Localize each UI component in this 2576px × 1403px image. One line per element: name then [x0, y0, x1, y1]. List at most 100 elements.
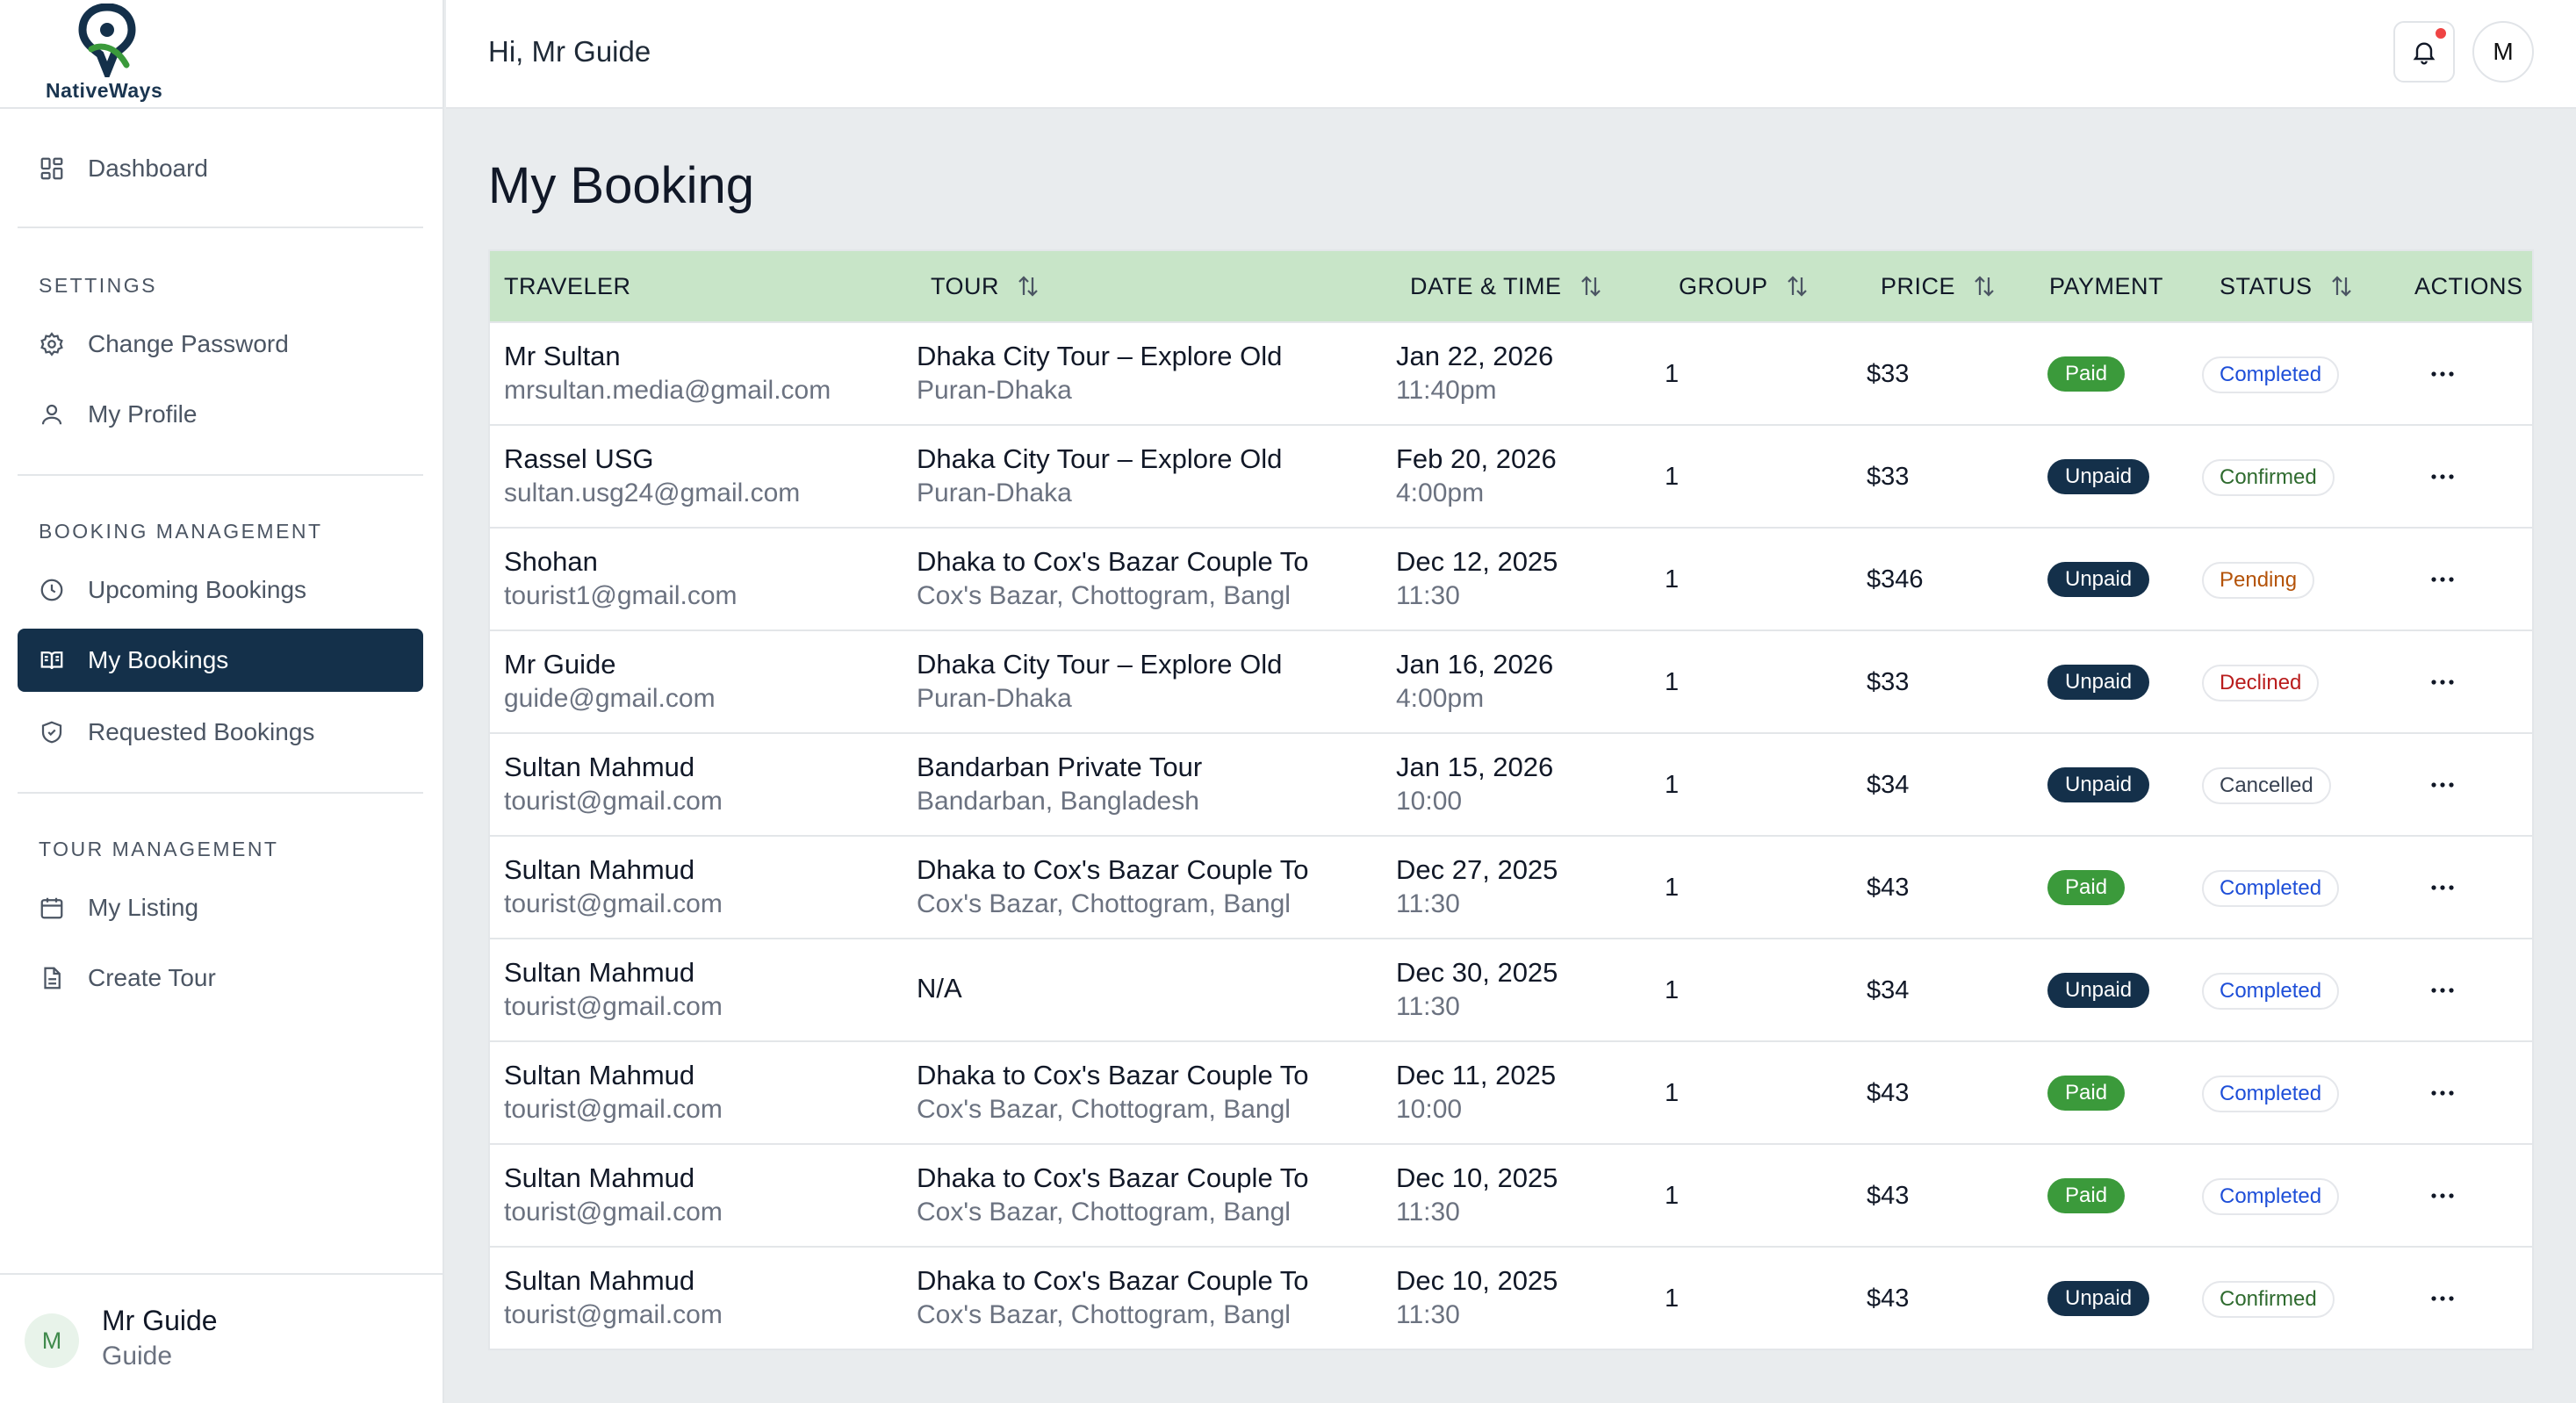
tour-name: Dhaka to Cox's Bazar Couple To — [917, 1162, 1309, 1193]
traveler-cell: Sultan Mahmud tourist@gmail.com — [504, 1162, 723, 1227]
clock-icon — [40, 579, 63, 601]
user-footer[interactable]: M Mr Guide Guide — [0, 1273, 444, 1403]
table-row[interactable]: Sultan Mahmud tourist@gmail.com Dhaka to C… — [490, 1143, 2532, 1246]
user-icon — [41, 404, 62, 425]
column-date-time[interactable]: DATE & TIME — [1410, 251, 1604, 321]
row-actions-button[interactable] — [2425, 564, 2460, 595]
sort-icon[interactable] — [1015, 273, 1041, 299]
row-actions-button[interactable] — [2425, 1077, 2460, 1109]
row-actions-button[interactable] — [2425, 461, 2460, 493]
sidebar-item-label: Upcoming Bookings — [88, 576, 307, 603]
row-actions-button[interactable] — [2425, 1283, 2460, 1314]
tour-name: Dhaka to Cox's Bazar Couple To — [917, 1060, 1309, 1090]
payment-badge: Unpaid — [2047, 665, 2150, 700]
row-actions-button[interactable] — [2425, 872, 2460, 903]
booking-management-heading: BOOKING MANAGEMENT — [39, 520, 323, 543]
tour-name: Bandarban Private Tour — [917, 752, 1203, 782]
sidebar-item-label: My Listing — [88, 894, 199, 921]
table-row[interactable]: Mr Sultan mrsultan.media@gmail.com Dhaka C… — [490, 321, 2532, 424]
tour-cell: Dhaka to Cox's Bazar Couple To Cox's Baza… — [917, 1060, 1308, 1125]
date-time-cell: Dec 10, 2025 11:30 — [1396, 1265, 1558, 1330]
sidebar-item-my-listing[interactable]: My Listing — [18, 876, 423, 939]
sidebar-item-my-profile[interactable]: My Profile — [18, 383, 423, 446]
booking-time: 10:00 — [1396, 787, 1463, 816]
tour-cell: Dhaka City Tour – Explore Old Puran-Dhaka — [917, 341, 1282, 406]
payment-badge: Paid — [2047, 1076, 2126, 1111]
table-row[interactable]: Sultan Mahmud tourist@gmail.com Dhaka to C… — [490, 1040, 2532, 1143]
table-header: TRAVELER TOUR DATE & TIME GROUP PRICE PA… — [490, 251, 2532, 321]
row-actions-button[interactable] — [2425, 1180, 2460, 1212]
booking-date: Dec 10, 2025 — [1396, 1162, 1558, 1193]
column-traveler: TRAVELER — [504, 272, 631, 299]
column-price[interactable]: PRICE — [1881, 251, 1997, 321]
user-avatar: M — [25, 1313, 79, 1368]
price: $346 — [1867, 565, 1924, 594]
more-horizontal-icon — [2431, 988, 2454, 993]
group-size: 1 — [1665, 1079, 1680, 1107]
payment-badge: Unpaid — [2047, 459, 2150, 494]
row-actions-button[interactable] — [2425, 666, 2460, 698]
gear-icon — [40, 332, 63, 356]
sort-icon[interactable] — [1971, 273, 1997, 299]
table-row[interactable]: Mr Guide guide@gmail.com Dhaka City Tour –… — [490, 630, 2532, 732]
price: $34 — [1867, 976, 1910, 1004]
sidebar-item-label: Change Password — [88, 330, 289, 357]
date-time-cell: Dec 30, 2025 11:30 — [1396, 957, 1558, 1022]
traveler-email: tourist@gmail.com — [504, 1095, 723, 1124]
tour-location: Cox's Bazar, Chottogram, Bangl — [917, 581, 1291, 610]
table-row[interactable]: Rassel USG sultan.usg24@gmail.com Dhaka Ci… — [490, 424, 2532, 527]
more-horizontal-icon — [2431, 1193, 2454, 1198]
payment-badge: Paid — [2047, 356, 2126, 392]
row-actions-button[interactable] — [2425, 358, 2460, 390]
booking-date: Jan 16, 2026 — [1396, 649, 1554, 680]
more-horizontal-icon — [2431, 1296, 2454, 1301]
sidebar-item-create-tour[interactable]: Create Tour — [18, 946, 423, 1010]
column-status[interactable]: STATUS — [2220, 251, 2355, 321]
table-row[interactable]: Sultan Mahmud tourist@gmail.com Bandarban … — [490, 732, 2532, 835]
sidebar-item-label: Requested Bookings — [88, 718, 315, 745]
price: $43 — [1867, 1182, 1910, 1210]
traveler-cell: Rassel USG sultan.usg24@gmail.com — [504, 443, 800, 508]
booking-date: Dec 10, 2025 — [1396, 1265, 1558, 1296]
date-time-cell: Dec 27, 2025 11:30 — [1396, 854, 1558, 919]
traveler-name: Sultan Mahmud — [504, 957, 695, 988]
sort-icon[interactable] — [1784, 273, 1810, 299]
divider — [18, 227, 423, 228]
tour-cell: Dhaka City Tour – Explore Old Puran-Dhaka — [917, 443, 1282, 508]
tour-name: Dhaka City Tour – Explore Old — [917, 649, 1283, 680]
group-size: 1 — [1665, 976, 1680, 1004]
avatar-button[interactable]: M — [2472, 21, 2534, 83]
sort-icon[interactable] — [2328, 273, 2355, 299]
table-row[interactable]: Sultan Mahmud tourist@gmail.com Dhaka to C… — [490, 835, 2532, 938]
sidebar-item-change-password[interactable]: Change Password — [18, 313, 423, 376]
sort-icon[interactable] — [1578, 273, 1604, 299]
more-horizontal-icon — [2431, 1090, 2454, 1096]
booking-time: 11:30 — [1396, 889, 1460, 918]
sidebar-item-dashboard[interactable]: Dashboard — [18, 137, 423, 200]
traveler-cell: Shohan tourist1@gmail.com — [504, 546, 738, 611]
table-row[interactable]: Sultan Mahmud tourist@gmail.com Dhaka to C… — [490, 1246, 2532, 1349]
traveler-email: mrsultan.media@gmail.com — [504, 376, 831, 405]
shield-check-icon — [41, 721, 62, 744]
nativeways-logo-icon[interactable] — [74, 4, 140, 77]
date-time-cell: Jan 16, 2026 4:00pm — [1396, 649, 1553, 714]
sidebar-item-my-bookings[interactable]: My Bookings — [18, 629, 423, 692]
column-group[interactable]: GROUP — [1679, 251, 1810, 321]
table-row[interactable]: Shohan tourist1@gmail.com Dhaka to Cox's B… — [490, 527, 2532, 630]
price: $33 — [1867, 360, 1910, 388]
status-badge: Completed — [2202, 973, 2340, 1010]
sidebar-item-requested-bookings[interactable]: Requested Bookings — [18, 701, 423, 764]
notifications-button[interactable] — [2393, 21, 2455, 83]
status-badge: Pending — [2202, 562, 2315, 599]
table-row[interactable]: Sultan Mahmud tourist@gmail.com N/A Dec 30,… — [490, 938, 2532, 1040]
booking-time: 4:00pm — [1396, 684, 1485, 713]
booking-time: 10:00 — [1396, 1095, 1463, 1124]
column-tour[interactable]: TOUR — [931, 251, 1041, 321]
tour-location: Puran-Dhaka — [917, 684, 1072, 713]
row-actions-button[interactable] — [2425, 769, 2460, 801]
sidebar-item-upcoming-bookings[interactable]: Upcoming Bookings — [18, 558, 423, 622]
status-badge: Cancelled — [2202, 767, 2331, 804]
tour-cell: Dhaka to Cox's Bazar Couple To Cox's Baza… — [917, 1265, 1308, 1330]
row-actions-button[interactable] — [2425, 975, 2460, 1006]
payment-badge: Unpaid — [2047, 562, 2150, 597]
